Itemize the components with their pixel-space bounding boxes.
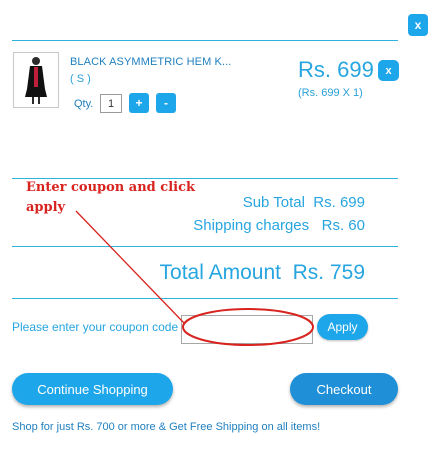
total-amount: Total Amount Rs. 759 bbox=[159, 261, 365, 284]
quantity-input[interactable]: 1 bbox=[100, 94, 122, 113]
continue-shopping-button[interactable]: Continue Shopping bbox=[12, 373, 173, 405]
item-price-detail: (Rs. 699 X 1) bbox=[298, 87, 363, 99]
item-price: Rs. 699 bbox=[298, 57, 374, 82]
subtotal-text: Sub Total Rs. 699 bbox=[242, 194, 365, 211]
shipping-charges-text: Shipping charges Rs. 60 bbox=[193, 217, 365, 234]
decrease-quantity-button[interactable]: - bbox=[156, 93, 176, 113]
annotation-line: apply bbox=[26, 200, 66, 215]
product-size: ( S ) bbox=[70, 73, 91, 85]
product-name[interactable]: BLACK ASYMMETRIC HEM K... bbox=[70, 56, 231, 68]
quantity-label: Qty. bbox=[74, 98, 94, 110]
divider bbox=[12, 298, 398, 299]
coupon-label: Please enter your coupon code bbox=[12, 320, 179, 334]
divider bbox=[12, 40, 398, 41]
plus-icon: + bbox=[135, 96, 143, 110]
product-image-icon bbox=[25, 57, 47, 104]
coupon-input[interactable] bbox=[181, 315, 313, 344]
increase-quantity-button[interactable]: + bbox=[129, 93, 149, 113]
annotation-line: Enter coupon and click bbox=[26, 180, 195, 195]
free-shipping-promo: Shop for just Rs. 700 or more & Get Free… bbox=[12, 421, 321, 433]
minus-icon: - bbox=[164, 96, 168, 110]
close-icon: x bbox=[414, 18, 422, 32]
remove-item-button[interactable]: x bbox=[378, 60, 399, 81]
product-thumbnail[interactable] bbox=[13, 52, 59, 108]
checkout-button[interactable]: Checkout bbox=[290, 373, 398, 405]
divider bbox=[12, 246, 398, 247]
apply-coupon-button[interactable]: Apply bbox=[317, 314, 368, 340]
annotation-text: Enter coupon and click apply bbox=[26, 178, 206, 218]
close-icon: x bbox=[385, 64, 392, 77]
close-dialog-button[interactable]: x bbox=[408, 14, 428, 36]
